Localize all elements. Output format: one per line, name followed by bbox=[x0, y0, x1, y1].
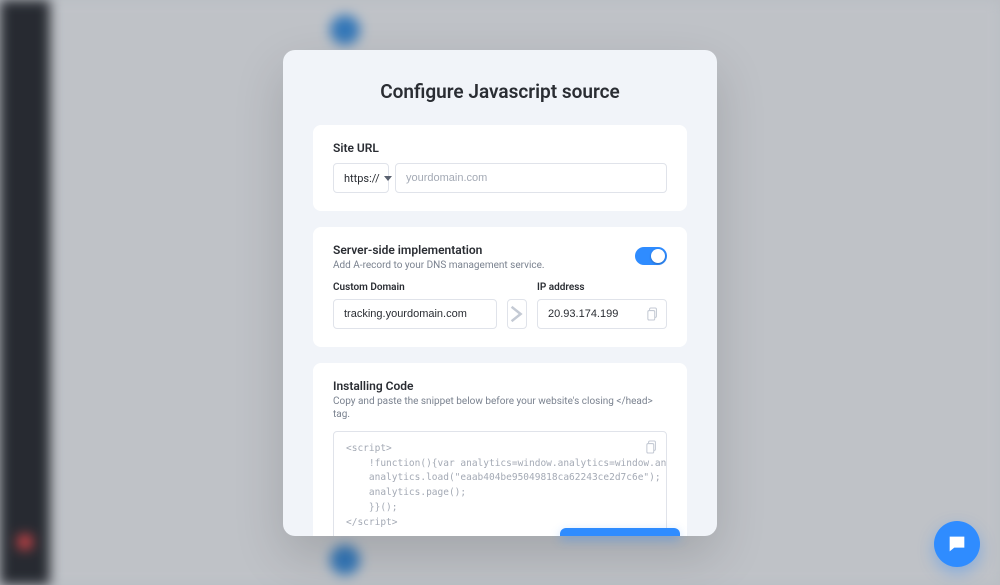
installing-code-card: Installing Code Copy and paste the snipp… bbox=[313, 363, 687, 536]
configure-js-source-modal: Configure Javascript source Site URL htt… bbox=[283, 50, 717, 536]
site-url-card: Site URL https:// bbox=[313, 125, 687, 211]
installing-code-title: Installing Code bbox=[333, 379, 667, 393]
code-snippet-text: <script> !function(){var analytics=windo… bbox=[346, 443, 667, 528]
server-side-card: Server-side implementation Add A-record … bbox=[313, 227, 687, 347]
server-side-toggle[interactable] bbox=[635, 247, 667, 265]
toggle-knob bbox=[651, 249, 665, 263]
server-side-subtitle: Add A-record to your DNS management serv… bbox=[333, 259, 545, 272]
site-url-input[interactable] bbox=[395, 163, 667, 193]
modal-title: Configure Javascript source bbox=[313, 80, 687, 103]
chat-icon bbox=[946, 533, 968, 555]
protocol-value: https:// bbox=[344, 172, 380, 185]
custom-domain-label: Custom Domain bbox=[333, 282, 497, 293]
protocol-select[interactable]: https:// bbox=[333, 163, 389, 193]
arrow-right-icon bbox=[507, 299, 527, 329]
installing-code-subtitle: Copy and paste the snippet below before … bbox=[333, 395, 667, 421]
ip-label: IP address bbox=[537, 282, 667, 293]
chevron-down-icon bbox=[384, 176, 392, 181]
code-snippet-box[interactable]: <script> !function(){var analytics=windo… bbox=[333, 431, 667, 536]
copy-icon[interactable] bbox=[646, 440, 658, 454]
chat-fab[interactable] bbox=[934, 521, 980, 567]
copy-icon[interactable] bbox=[647, 307, 659, 321]
server-side-title: Server-side implementation bbox=[333, 243, 545, 257]
site-url-label: Site URL bbox=[333, 141, 667, 155]
custom-domain-input[interactable] bbox=[333, 299, 497, 329]
primary-button-peek[interactable] bbox=[560, 528, 680, 536]
